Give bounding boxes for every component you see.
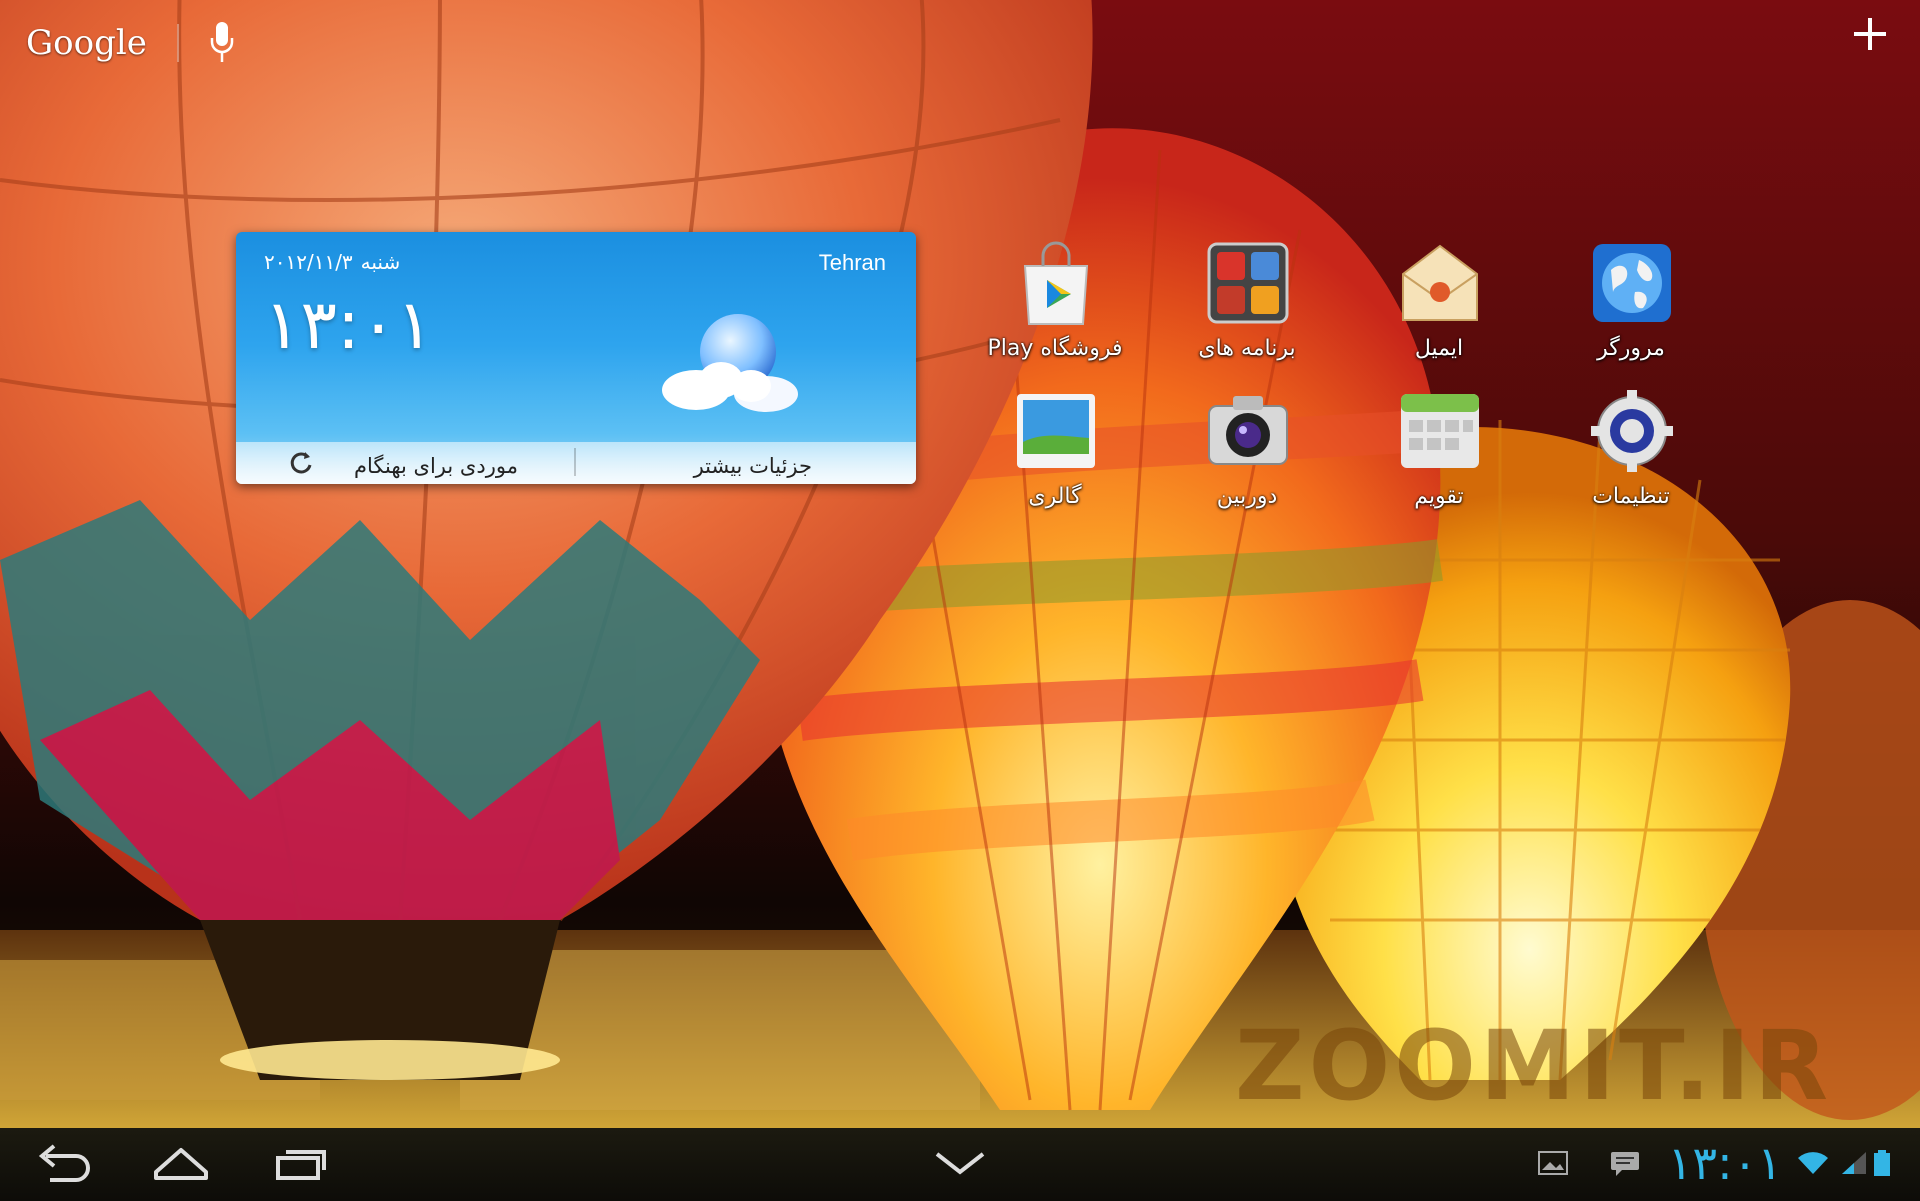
weather-city: Tehran (818, 250, 886, 275)
weather-details-link[interactable]: جزئیات بیشتر (694, 454, 812, 478)
recent-apps-icon[interactable] (268, 1138, 338, 1190)
home-icon[interactable] (146, 1138, 216, 1190)
app-browser[interactable]: مرورگر (1556, 240, 1706, 380)
system-bar: ۱۳:۰۱ (0, 1128, 1920, 1201)
email-icon (1402, 244, 1478, 321)
weather-date: ۲۰۱۲/۱۱/۳ (264, 250, 353, 274)
app-label-settings: تنظیمات (1592, 484, 1670, 509)
app-label-email: ایمیل (1414, 336, 1464, 361)
play-store-icon (1023, 241, 1089, 325)
widget-footer-divider (574, 448, 576, 476)
app-label-play-store: Play فروشگاه (987, 336, 1123, 361)
weather-date-row: شنبه ۲۰۱۲/۱۱/۳ (264, 250, 400, 274)
screenshot-notification-icon[interactable] (1536, 1148, 1570, 1178)
signal-icon (1842, 1152, 1866, 1174)
google-search-bar[interactable]: Google (26, 18, 235, 68)
app-label-browser: مرورگر (1597, 336, 1665, 361)
browser-icon (1593, 244, 1671, 322)
app-play-store[interactable]: Play فروشگاه (980, 240, 1130, 380)
app-camera[interactable]: دوربین (1172, 388, 1322, 528)
app-calendar[interactable]: تقویم (1364, 388, 1514, 528)
settings-icon (1591, 390, 1673, 472)
wifi-icon (1798, 1152, 1828, 1174)
message-notification-icon[interactable] (1608, 1148, 1642, 1178)
app-label-apps-folder: برنامه های (1198, 336, 1296, 361)
weather-clock-widget[interactable]: Tehran شنبه ۲۰۱۲/۱۱/۳ ۱۳:۰۱ جزئیات بیشتر… (236, 232, 916, 484)
weather-day: شنبه (360, 250, 401, 274)
calendar-icon (1401, 394, 1479, 468)
plus-icon[interactable] (1848, 12, 1892, 56)
mic-icon[interactable] (209, 20, 235, 66)
refresh-icon[interactable] (286, 448, 316, 478)
apps-folder-icon (1207, 242, 1289, 324)
app-label-calendar: تقویم (1414, 484, 1464, 509)
app-label-camera: دوربین (1216, 484, 1278, 509)
camera-icon (1208, 396, 1288, 465)
app-apps-folder[interactable]: برنامه های (1172, 240, 1322, 380)
gallery-icon (1017, 394, 1095, 468)
hide-keyboard-icon[interactable] (925, 1138, 995, 1190)
app-email[interactable]: ایمیل (1364, 240, 1514, 380)
google-search-label[interactable]: Google (26, 23, 147, 63)
status-bar-clock[interactable]: ۱۳:۰۱ (1668, 1136, 1782, 1190)
partly-cloudy-icon (662, 314, 798, 412)
top-bar: Google (0, 0, 1920, 90)
watermark: ZOOMIT.IR (1235, 1010, 1833, 1122)
app-gallery[interactable]: گالری (980, 388, 1130, 528)
back-icon[interactable] (28, 1138, 98, 1190)
weather-update-status: موردی برای بهنگام (354, 454, 518, 478)
app-label-gallery: گالری (1028, 484, 1082, 509)
widget-clock-time[interactable]: ۱۳:۰۱ (264, 286, 433, 365)
widget-footer (236, 442, 916, 484)
app-settings[interactable]: تنظیمات (1556, 388, 1706, 528)
battery-icon (1874, 1150, 1890, 1176)
search-divider (176, 24, 179, 62)
